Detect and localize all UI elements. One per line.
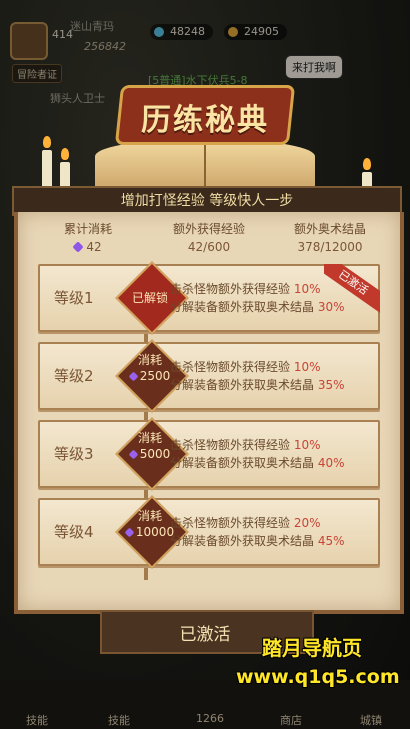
crystal-bonus-text: 分解装备额外获取奥术结晶	[170, 300, 315, 314]
exp-bonus-text: 击杀怪物额外获得经验	[170, 282, 291, 296]
crystal-bonus-row: 分解装备额外获取奥术结晶 45%	[170, 532, 345, 550]
flame-icon	[363, 158, 371, 170]
exp-bonus-row: 击杀怪物额外获得经验 20%	[170, 514, 345, 532]
title-emblem: 历练秘典	[114, 85, 296, 145]
crystal-bonus-value: 40%	[317, 456, 345, 470]
nav-skill-2[interactable]: 技能	[108, 712, 130, 728]
crystal-bonus-row: 分解装备额外获取奥术结晶 30%	[170, 298, 345, 316]
crystal-icon	[128, 449, 139, 460]
exp-bonus-text: 击杀怪物额外获得经验	[170, 516, 291, 530]
exp-bonus-row: 击杀怪物额外获得经验 10%	[170, 280, 345, 298]
level-name: 等级3	[54, 445, 94, 463]
level-card-3[interactable]: 等级3 消耗 5000 击杀怪物额外获得经验 10% 分解装备额外获取奥术结晶 …	[38, 417, 380, 491]
flame-icon	[43, 136, 51, 148]
level-bonuses: 击杀怪物额外获得经验 10% 分解装备额外获取奥术结晶 30%	[170, 280, 345, 316]
activated-ribbon: 已激活	[324, 264, 380, 320]
exp-bonus-value: 10%	[293, 360, 321, 374]
stat-extra-crystal: 额外奥术结晶 378/12000	[270, 220, 390, 254]
level-bonuses: 击杀怪物额外获得经验 20% 分解装备额外获取奥术结晶 45%	[170, 514, 345, 550]
stat-value: 42	[86, 240, 102, 254]
exp-bonus-row: 击杀怪物额外获得经验 10%	[170, 358, 345, 376]
subtitle-text: 增加打怪经验 等级快人一步	[120, 193, 294, 209]
stat-total-cost: 累计消耗 42	[28, 220, 148, 254]
levels-panel: 累计消耗 42 额外获得经验 42/600 额外奥术结晶 378/12000 等…	[14, 212, 404, 614]
level-bonuses: 击杀怪物额外获得经验 10% 分解装备额外获取奥术结晶 35%	[170, 358, 345, 394]
flame-icon	[61, 148, 69, 160]
exp-bonus-value: 20%	[293, 516, 321, 530]
modal-title: 历练秘典	[141, 103, 269, 138]
watermark-url: www.q1q5.com	[236, 666, 400, 688]
crystal-icon	[124, 527, 135, 538]
crystal-bonus-text: 分解装备额外获取奥术结晶	[170, 456, 315, 470]
stat-value: 378/12000	[297, 240, 363, 254]
exp-bonus-value: 10%	[293, 438, 321, 452]
cost-value: 5000	[139, 447, 171, 461]
nav-battle[interactable]: 1266	[196, 712, 224, 725]
activated-button[interactable]: 已激活	[150, 620, 260, 645]
stats-row: 累计消耗 42 额外获得经验 42/600 额外奥术结晶 378/12000	[18, 220, 400, 260]
crystal-icon	[128, 371, 139, 382]
exp-bonus-row: 击杀怪物额外获得经验 10%	[170, 436, 345, 454]
level-name: 等级2	[54, 367, 94, 385]
cost-value: 2500	[139, 369, 171, 383]
stat-value-wrapper: 42	[28, 240, 148, 254]
stat-value: 42/600	[187, 240, 231, 254]
candle-icon	[42, 150, 52, 190]
level-card-4[interactable]: 等级4 消耗 10000 击杀怪物额外获得经验 20% 分解装备额外获取奥术结晶…	[38, 495, 380, 569]
crystal-icon	[72, 241, 85, 253]
level-card-1[interactable]: 等级1 已解锁 击杀怪物额外获得经验 10% 分解装备额外获取奥术结晶 30% …	[38, 261, 380, 335]
level-name: 等级1	[54, 289, 94, 307]
level-bonuses: 击杀怪物额外获得经验 10% 分解装备额外获取奥术结晶 40%	[170, 436, 345, 472]
watermark-title: 踏月导航页	[262, 636, 362, 660]
stat-label: 累计消耗	[63, 222, 112, 236]
crystal-bonus-row: 分解装备额外获取奥术结晶 35%	[170, 376, 345, 394]
ribbon-label: 已激活	[324, 264, 380, 317]
crystal-bonus-value: 35%	[317, 378, 345, 392]
stat-label: 额外获得经验	[172, 222, 245, 236]
exp-bonus-text: 击杀怪物额外获得经验	[170, 360, 291, 374]
crystal-bonus-value: 45%	[317, 534, 345, 548]
exp-bonus-value: 10%	[293, 282, 321, 296]
level-name: 等级4	[54, 523, 94, 541]
cost-value: 10000	[135, 525, 175, 539]
nav-shop[interactable]: 商店	[280, 712, 302, 728]
nav-town[interactable]: 城镇	[360, 712, 382, 728]
exp-bonus-text: 击杀怪物额外获得经验	[170, 438, 291, 452]
level-card-2[interactable]: 等级2 消耗 2500 击杀怪物额外获得经验 10% 分解装备额外获取奥术结晶 …	[38, 339, 380, 413]
stat-extra-exp: 额外获得经验 42/600	[149, 220, 269, 254]
stat-label: 额外奥术结晶	[293, 222, 366, 236]
crystal-bonus-row: 分解装备额外获取奥术结晶 40%	[170, 454, 345, 472]
crystal-bonus-text: 分解装备额外获取奥术结晶	[170, 534, 315, 548]
crystal-bonus-text: 分解装备额外获取奥术结晶	[170, 378, 315, 392]
nav-skill-1[interactable]: 技能	[26, 712, 48, 728]
